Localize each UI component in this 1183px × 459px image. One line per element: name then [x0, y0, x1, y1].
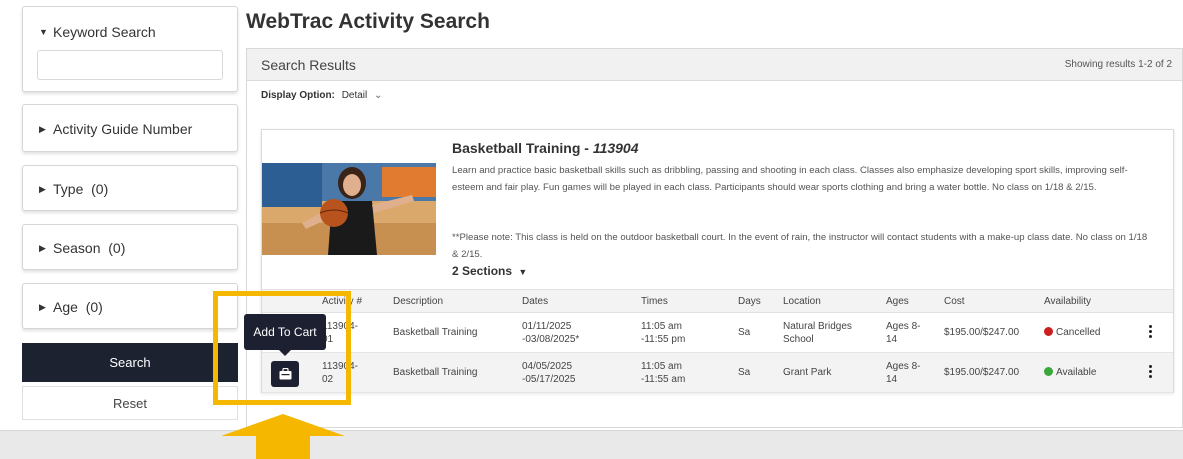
filter-label: Activity Guide Number — [53, 121, 193, 137]
activity-card: Basketball Training - 113904 Learn and p… — [261, 129, 1174, 393]
caret-right-icon: ▶ — [39, 243, 46, 253]
keyword-search-panel: ▼ Keyword Search — [22, 6, 238, 92]
table-row: 113904- 02 Basketball Training 04/05/2025… — [262, 353, 1173, 393]
keyword-search-label: Keyword Search — [53, 24, 156, 40]
col-ages: Ages — [886, 296, 909, 307]
cell-days: Sa — [738, 367, 751, 378]
activity-title[interactable]: Basketball Training - 113904 — [452, 140, 639, 156]
cell-location: Grant Park — [783, 367, 832, 378]
cell-ages: Ages 8- 14 — [886, 321, 921, 345]
add-to-cart-tooltip: Add To Cart — [244, 314, 326, 350]
col-times: Times — [641, 296, 668, 307]
tooltip-tail — [278, 349, 292, 356]
page-title: WebTrac Activity Search — [246, 10, 490, 33]
filter-age[interactable]: ▶ Age (0) — [22, 283, 238, 329]
cart-icon — [279, 368, 291, 380]
filter-label: Type (0) — [53, 181, 109, 197]
col-availability: Availability — [1044, 296, 1092, 307]
pointer-arrow-stem — [256, 434, 310, 459]
results-header: Search Results Showing results 1-2 of 2 — [247, 49, 1182, 81]
more-options-icon[interactable] — [1147, 325, 1153, 340]
activity-description: Learn and practice basic basketball skil… — [452, 165, 1128, 193]
keyword-search-input[interactable] — [37, 50, 223, 80]
caret-right-icon: ▶ — [39, 302, 46, 312]
status-cancelled-icon — [1044, 327, 1053, 336]
filter-season[interactable]: ▶ Season (0) — [22, 224, 238, 270]
col-dates: Dates — [522, 296, 549, 307]
cell-ages: Ages 8- 14 — [886, 361, 921, 385]
reset-button[interactable]: Reset — [22, 386, 238, 420]
sections-label: 2 Sections — [452, 264, 513, 278]
cell-cost: $195.00/$247.00 — [944, 367, 1020, 378]
display-option-value: Detail — [341, 90, 368, 101]
cell-availability: Cancelled — [1044, 326, 1100, 339]
cell-dates: 01/11/2025 -03/08/2025* — [522, 321, 580, 345]
cell-times: 11:05 am -11:55 pm — [641, 321, 686, 345]
footer-band — [0, 430, 1183, 459]
cell-description: Basketball Training — [393, 367, 478, 378]
keyword-search-toggle[interactable]: ▼ Keyword Search — [39, 24, 156, 40]
caret-right-icon: ▶ — [39, 184, 46, 194]
filter-type[interactable]: ▶ Type (0) — [22, 165, 238, 211]
filter-label: Season (0) — [53, 240, 126, 256]
col-location: Location — [783, 296, 821, 307]
pointer-arrow-icon — [221, 414, 345, 436]
caret-down-icon: ▼ — [518, 267, 528, 277]
search-button[interactable]: Search — [22, 343, 238, 382]
display-option[interactable]: Display Option: Detail ⌄ — [261, 90, 382, 101]
activity-note: **Please note: This class is held on the… — [452, 232, 1148, 260]
col-days: Days — [738, 296, 761, 307]
cell-cost: $195.00/$247.00 — [944, 327, 1020, 338]
col-description: Description — [393, 296, 444, 307]
activity-photo — [262, 163, 436, 255]
caret-down-icon: ▼ — [39, 27, 48, 37]
display-option-label: Display Option: — [261, 90, 335, 101]
status-available-icon — [1044, 367, 1053, 376]
results-title: Search Results — [261, 57, 356, 73]
chevron-down-icon: ⌄ — [374, 90, 383, 101]
caret-right-icon: ▶ — [39, 124, 46, 134]
activity-number: 113904 — [592, 140, 639, 156]
page: ▼ Keyword Search ▶ Activity Guide Number ▶… — [0, 0, 1183, 459]
cell-description: Basketball Training — [393, 327, 478, 338]
cell-days: Sa — [738, 327, 751, 338]
filter-label: Age (0) — [53, 299, 103, 315]
search-results-panel: Search Results Showing results 1-2 of 2 … — [246, 48, 1183, 428]
filter-activity-guide-number[interactable]: ▶ Activity Guide Number — [22, 104, 238, 152]
cell-times: 11:05 am -11:55 am — [641, 361, 686, 385]
col-cost: Cost — [944, 296, 965, 307]
more-options-icon[interactable] — [1147, 365, 1153, 380]
cell-dates: 04/05/2025 -05/17/2025 — [522, 361, 576, 385]
add-to-cart-button[interactable] — [271, 361, 299, 387]
sections-toggle[interactable]: 2 Sections ▼ — [452, 264, 527, 278]
cell-availability: Available — [1044, 366, 1096, 379]
sections-table-header: Activity # Description Dates Times Days … — [262, 289, 1173, 313]
table-row: 113904- 01 Basketball Training 01/11/2025… — [262, 313, 1173, 353]
cell-location: Natural Bridges School — [783, 321, 852, 345]
results-count: Showing results 1-2 of 2 — [1064, 59, 1172, 70]
activity-name: Basketball Training - — [452, 140, 593, 156]
